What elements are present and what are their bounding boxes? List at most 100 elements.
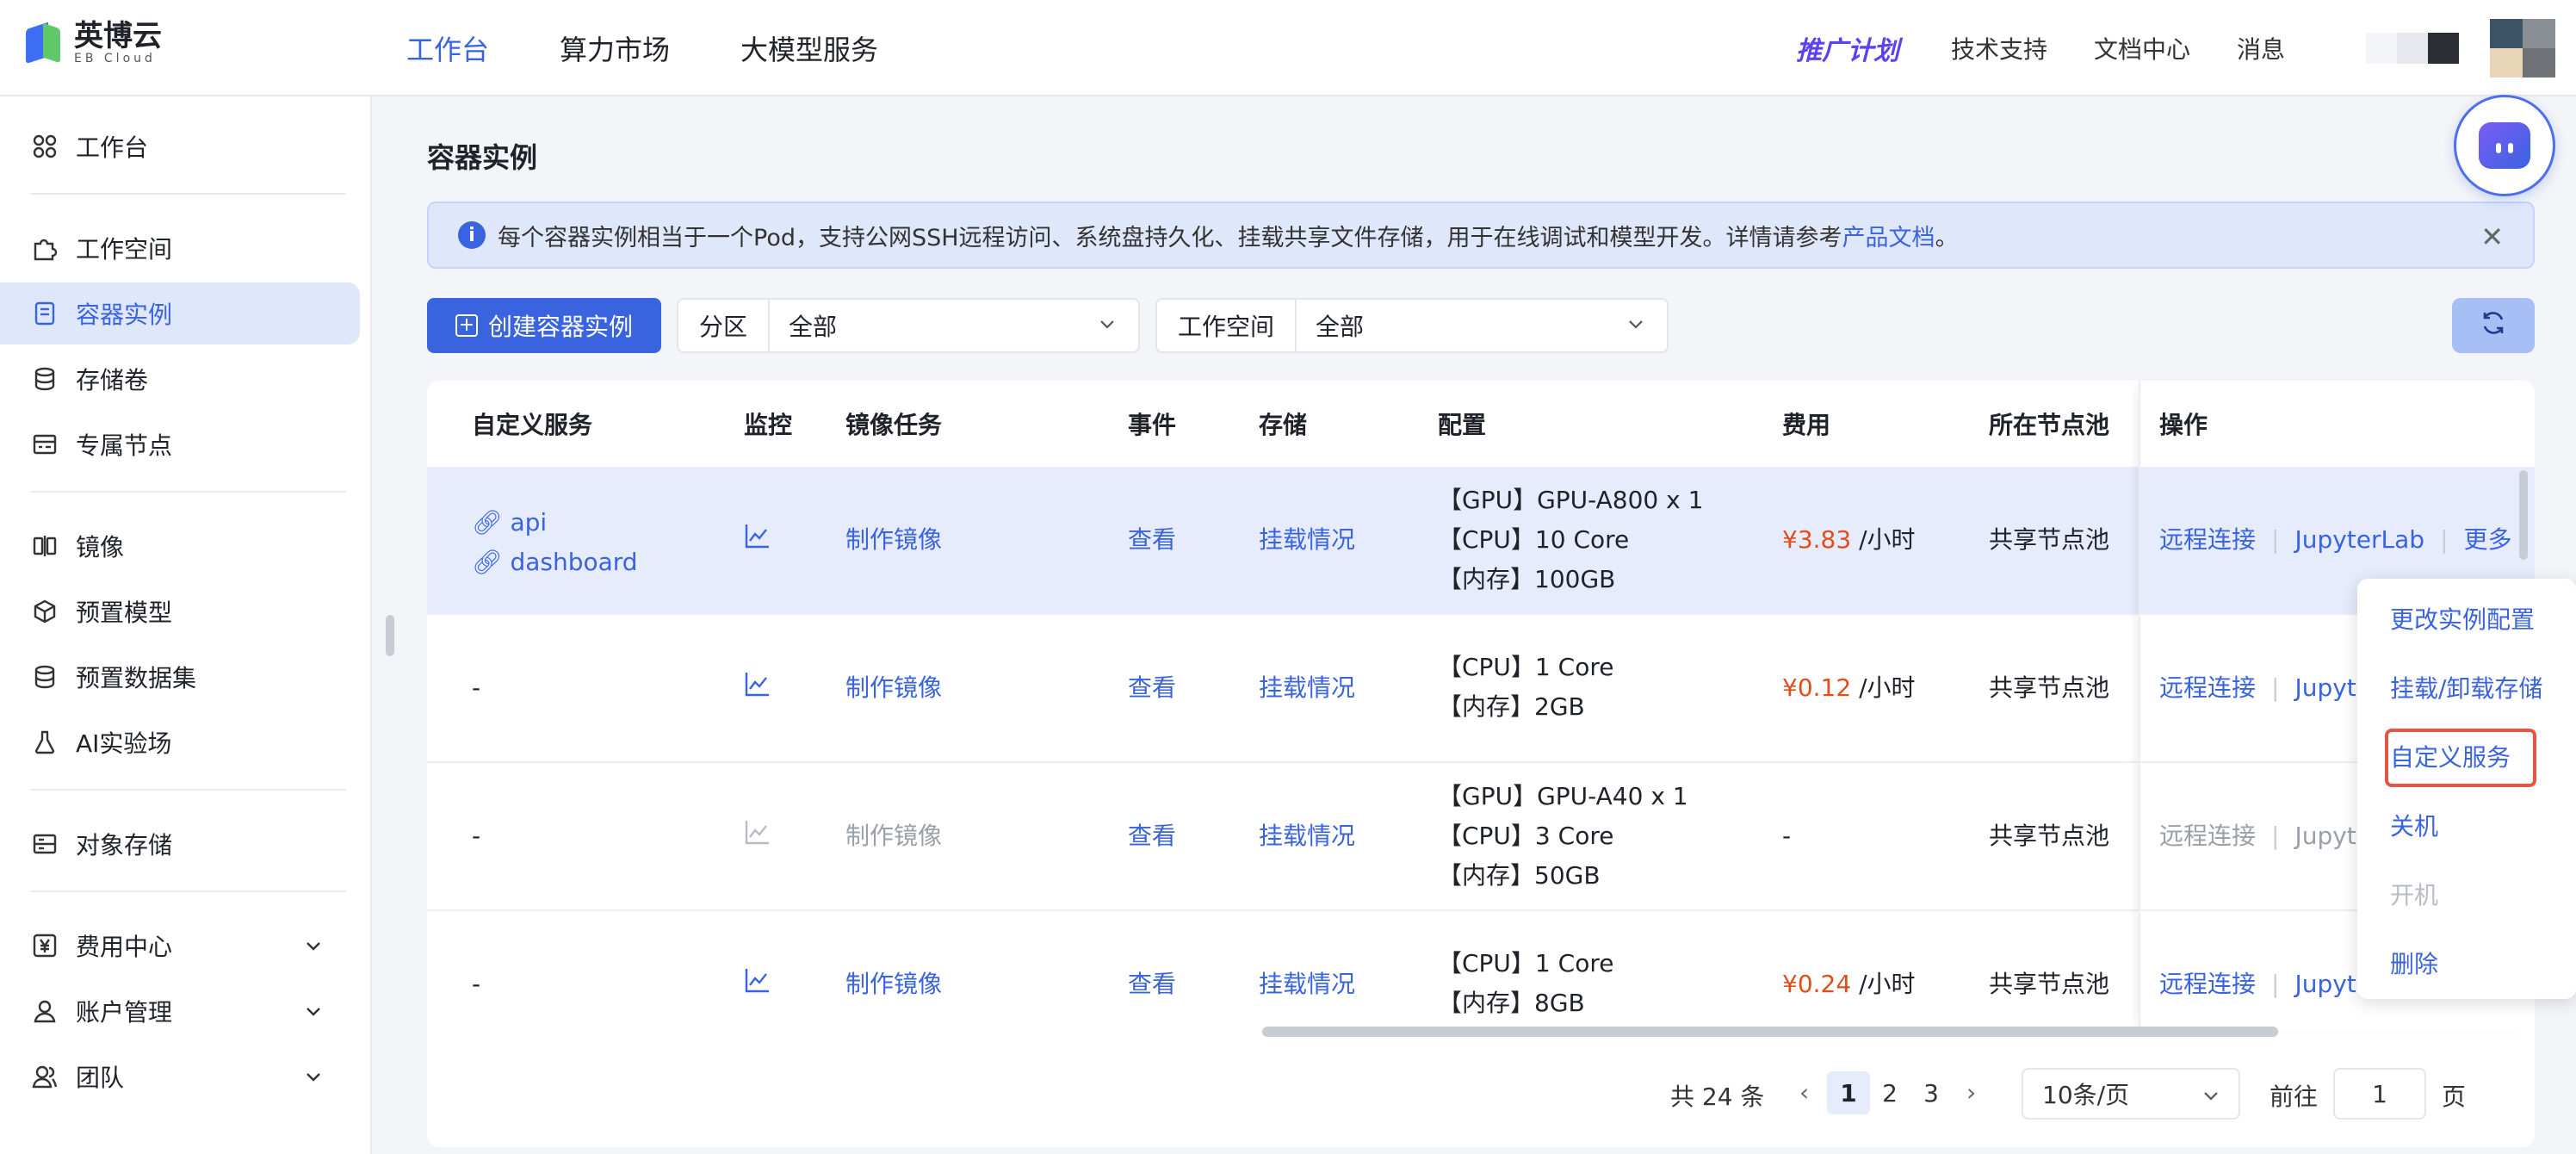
mount-status-link[interactable]: 挂载情况: [1259, 965, 1355, 1004]
close-icon[interactable]: ✕: [2480, 220, 2504, 253]
view-events-link[interactable]: 查看: [1128, 965, 1176, 1004]
remote-connect-link[interactable]: 远程连接: [2159, 970, 2256, 998]
docs-center-link[interactable]: 文档中心: [2094, 31, 2190, 65]
page-1-button[interactable]: 1: [1827, 1071, 1870, 1114]
plus-icon: +: [455, 314, 478, 337]
sidebar-item-ai-lab[interactable]: AI实验场: [0, 711, 360, 773]
chevron-right-icon[interactable]: ›: [1966, 1078, 1976, 1107]
page-2-button[interactable]: 2: [1868, 1071, 1911, 1114]
info-banner: i 每个容器实例相当于一个Pod，支持公网SSH远程访问、系统盘持久化、挂载共享…: [427, 202, 2535, 269]
workspace-filter-select[interactable]: 工作空间 全部: [1155, 298, 1669, 353]
view-events-link[interactable]: 查看: [1128, 520, 1176, 560]
remote-connect-link[interactable]: 远程连接: [2159, 525, 2256, 554]
custom-service-cell: 🔗︎ api 🔗︎ dashboard: [472, 503, 638, 582]
menu-item-mount-storage[interactable]: 挂载/卸载存储: [2390, 670, 2542, 704]
sidebar-item-object-storage[interactable]: 对象存储: [0, 813, 360, 875]
monitor-chart-icon[interactable]: [744, 966, 771, 1006]
col-header-node-pool: 所在节点池: [1989, 411, 2110, 439]
topnav-llm-service[interactable]: 大模型服务: [740, 28, 878, 68]
mount-status-link[interactable]: 挂载情况: [1259, 816, 1355, 856]
sidebar-item-workspace[interactable]: 工作空间: [0, 217, 360, 279]
account-name-blur[interactable]: [2366, 33, 2459, 64]
page-title: 容器实例: [427, 141, 538, 174]
grid-icon: [31, 133, 59, 160]
col-header-cost: 费用: [1782, 411, 1831, 439]
view-events-link[interactable]: 查看: [1128, 816, 1176, 856]
promo-link[interactable]: 推广计划: [1796, 29, 1899, 67]
create-instance-button[interactable]: + 创建容器实例: [427, 298, 661, 353]
remote-connect-link[interactable]: 远程连接: [2159, 673, 2256, 702]
brand-logo[interactable]: 英博云 EB Cloud: [26, 21, 162, 65]
cost-cell: -: [1782, 822, 1792, 850]
service-link-api[interactable]: 🔗︎ api: [472, 503, 638, 543]
sidebar-item-dedicated-node[interactable]: 专属节点: [0, 413, 360, 475]
chevron-left-icon[interactable]: ‹: [1799, 1078, 1809, 1107]
sidebar-item-workbench[interactable]: 工作台: [0, 115, 360, 177]
sidebar-item-preset-dataset[interactable]: 预置数据集: [0, 646, 360, 708]
view-events-link[interactable]: 查看: [1128, 668, 1176, 708]
topnav-compute-market[interactable]: 算力市场: [560, 28, 670, 68]
make-image-link[interactable]: 制作镜像: [845, 520, 942, 560]
table-vertical-scrollbar[interactable]: [2519, 470, 2528, 560]
monitor-chart-icon[interactable]: [744, 522, 771, 561]
menu-item-change-config[interactable]: 更改实例配置: [2390, 601, 2535, 636]
mount-status-link[interactable]: 挂载情况: [1259, 520, 1355, 560]
table-row: 🔗︎ api 🔗︎ dashboard 制作镜像 查看 挂载情况 【GPU】GP…: [427, 467, 2535, 615]
mount-status-link[interactable]: 挂载情况: [1259, 668, 1355, 708]
table-horizontal-scrollbar[interactable]: [1262, 1027, 2278, 1037]
container-icon: [31, 300, 59, 327]
table-row: - 制作镜像 查看 挂载情况 【CPU】1 Core 【内存】8GB ¥0.24…: [427, 911, 2535, 1032]
cost-cell: ¥0.12 /小时: [1782, 673, 1916, 702]
menu-item-shutdown[interactable]: 关机: [2390, 808, 2438, 842]
sidebar-item-image[interactable]: 镜像: [0, 515, 360, 577]
brand-name-en: EB Cloud: [74, 52, 156, 65]
make-image-link[interactable]: 制作镜像: [845, 965, 942, 1004]
make-image-link[interactable]: 制作镜像: [845, 668, 942, 708]
page-size-select[interactable]: 10条/页: [2022, 1068, 2240, 1120]
sidebar-item-preset-model[interactable]: 预置模型: [0, 580, 360, 642]
brand-name: 英博云: [74, 19, 162, 53]
tech-support-link[interactable]: 技术支持: [1951, 31, 2047, 65]
more-link[interactable]: 更多: [2464, 525, 2512, 554]
sidebar-item-account[interactable]: 账户管理: [0, 980, 360, 1042]
assistant-bot-button[interactable]: [2454, 95, 2555, 196]
sidebar-resize-handle[interactable]: [386, 615, 394, 656]
product-docs-link[interactable]: 产品文档: [1842, 219, 1935, 252]
page-3-button[interactable]: 3: [1910, 1071, 1953, 1114]
sidebar-item-label: 账户管理: [76, 998, 173, 1027]
config-cell: 【GPU】GPU-A800 x 1 【CPU】10 Core 【内存】100GB: [1438, 486, 1704, 593]
puzzle-icon: [31, 234, 59, 262]
monitor-chart-icon[interactable]: [744, 670, 771, 710]
user-avatar[interactable]: [2490, 19, 2555, 78]
col-header-image-task: 镜像任务: [845, 411, 943, 439]
link-icon: 🔗︎: [472, 508, 511, 537]
sidebar-item-label: AI实验场: [76, 729, 172, 758]
topnav-workbench[interactable]: 工作台: [406, 28, 489, 68]
storage-icon: [31, 830, 59, 858]
menu-item-delete[interactable]: 删除: [2390, 946, 2438, 980]
refresh-button[interactable]: [2452, 298, 2535, 353]
zone-filter-select[interactable]: 分区 全部: [677, 298, 1140, 353]
col-header-custom-service: 自定义服务: [472, 411, 593, 439]
yen-icon: [31, 932, 59, 959]
chevron-down-icon: [303, 934, 324, 962]
sidebar-item-container[interactable]: 容器实例: [0, 282, 360, 344]
config-cell: 【GPU】GPU-A40 x 1 【CPU】3 Core 【内存】50GB: [1438, 782, 1688, 890]
jupyterlab-link[interactable]: JupyterLab: [2294, 525, 2424, 554]
flask-icon: [31, 729, 59, 756]
make-image-link: 制作镜像: [845, 822, 943, 850]
sidebar-item-billing[interactable]: 费用中心: [0, 915, 360, 977]
node-pool-cell: 共享节点池: [1989, 673, 2110, 702]
service-link-dashboard[interactable]: 🔗︎ dashboard: [472, 543, 638, 582]
col-header-monitor: 监控: [744, 411, 793, 439]
goto-page-input[interactable]: 1: [2333, 1068, 2426, 1120]
messages-link[interactable]: 消息: [2237, 31, 2285, 65]
sidebar-divider: [31, 789, 346, 791]
mirror-icon: [31, 532, 59, 560]
sidebar-item-volume[interactable]: 存储卷: [0, 348, 360, 410]
sidebar-item-label: 工作空间: [76, 235, 173, 264]
node-pool-cell: 共享节点池: [1989, 822, 2110, 850]
custom-service-cell: -: [472, 822, 481, 850]
sidebar-item-team[interactable]: 团队: [0, 1045, 360, 1107]
node-pool-cell: 共享节点池: [1989, 970, 2110, 998]
